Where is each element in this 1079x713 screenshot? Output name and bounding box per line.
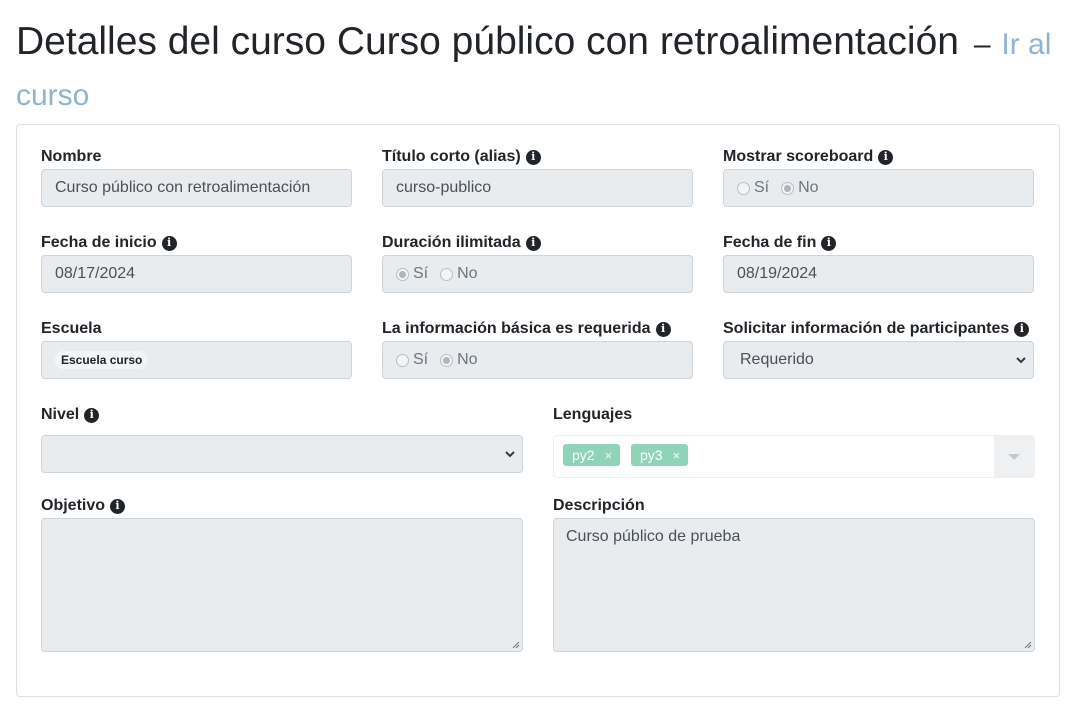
resize-grip-icon[interactable] bbox=[511, 640, 520, 649]
scoreboard-label-text: Mostrar scoreboard bbox=[723, 148, 874, 165]
language-tag: py2 × bbox=[563, 444, 621, 466]
end-date-label-text: Fecha de fin bbox=[723, 234, 817, 251]
basic-info-label-text: La información básica es requerida bbox=[382, 320, 651, 337]
level-label: Nivel i bbox=[41, 406, 100, 424]
language-tag-label: py2 bbox=[572, 447, 595, 463]
description-label: Descripción bbox=[553, 497, 645, 515]
description-value: Curso público de prueba bbox=[566, 528, 741, 545]
languages-dropdown-toggle[interactable] bbox=[994, 436, 1034, 477]
alias-field[interactable]: curso-publico bbox=[382, 169, 693, 207]
info-circle-icon[interactable]: i bbox=[655, 321, 671, 337]
languages-multiselect[interactable]: py2 × py3 × bbox=[553, 435, 1035, 478]
info-circle-icon[interactable]: i bbox=[878, 149, 894, 165]
radio-label: No bbox=[457, 265, 478, 282]
basic-info-radio-group: Sí No bbox=[382, 341, 693, 379]
info-circle-icon[interactable]: i bbox=[161, 235, 177, 251]
description-label-text: Descripción bbox=[553, 497, 645, 514]
info-circle-icon[interactable]: i bbox=[1014, 321, 1030, 337]
end-date-field[interactable]: 08/19/2024 bbox=[723, 255, 1034, 293]
alias-label-text: Título corto (alias) bbox=[382, 148, 521, 165]
radio-label: No bbox=[798, 179, 819, 196]
radio-icon[interactable] bbox=[396, 353, 409, 367]
unlimited-radio-group: Sí No bbox=[382, 255, 693, 293]
school-chip: Escuela curso bbox=[55, 351, 149, 369]
scoreboard-yes-option[interactable]: Sí bbox=[737, 179, 769, 197]
school-field[interactable]: Escuela curso bbox=[41, 341, 352, 379]
radio-icon[interactable] bbox=[737, 181, 750, 195]
basic-info-yes-option[interactable]: Sí bbox=[396, 351, 428, 369]
start-date-field[interactable]: 08/17/2024 bbox=[41, 255, 352, 293]
title-separator: – bbox=[973, 28, 991, 61]
languages-label-text: Lenguajes bbox=[553, 406, 633, 423]
info-circle-icon[interactable]: i bbox=[525, 149, 541, 165]
unlimited-label: Duración ilimitada i bbox=[382, 234, 541, 252]
scoreboard-label: Mostrar scoreboard i bbox=[723, 148, 894, 166]
unlimited-no-option[interactable]: No bbox=[440, 265, 478, 283]
radio-label: Sí bbox=[413, 351, 429, 368]
level-select[interactable] bbox=[41, 435, 523, 473]
radio-selected-icon[interactable] bbox=[781, 181, 795, 195]
info-circle-icon[interactable]: i bbox=[84, 407, 100, 423]
name-label-text: Nombre bbox=[41, 148, 102, 165]
school-label: Escuela bbox=[41, 320, 101, 338]
objective-label: Objetivo i bbox=[41, 497, 126, 515]
end-date-label: Fecha de fin i bbox=[723, 234, 837, 252]
chevron-down-icon bbox=[1016, 357, 1026, 364]
participant-info-select[interactable]: Requerido bbox=[723, 341, 1034, 379]
participant-info-label: Solicitar información de participantes i bbox=[723, 320, 1030, 338]
caret-down-icon bbox=[1008, 453, 1020, 460]
description-textarea[interactable]: Curso público de prueba bbox=[553, 518, 1035, 652]
scoreboard-radio-group: Sí No bbox=[723, 169, 1034, 207]
languages-label: Lenguajes bbox=[553, 406, 632, 424]
level-label-text: Nivel bbox=[41, 406, 80, 423]
radio-icon[interactable] bbox=[440, 267, 454, 281]
unlimited-label-text: Duración ilimitada bbox=[382, 234, 521, 251]
resize-grip-icon[interactable] bbox=[1023, 640, 1032, 649]
page-title: Detalles del curso Curso público con ret… bbox=[16, 18, 1056, 120]
language-tag-label: py3 bbox=[640, 447, 663, 463]
close-icon[interactable]: × bbox=[673, 448, 681, 463]
objective-textarea[interactable] bbox=[41, 518, 523, 652]
alias-label: Título corto (alias) i bbox=[382, 148, 541, 166]
start-date-label: Fecha de inicio i bbox=[41, 234, 177, 252]
info-circle-icon[interactable]: i bbox=[821, 235, 837, 251]
info-circle-icon[interactable]: i bbox=[525, 235, 541, 251]
name-label: Nombre bbox=[41, 148, 101, 166]
name-field[interactable]: Curso público con retroalimentación bbox=[41, 169, 352, 207]
objective-label-text: Objetivo bbox=[41, 497, 106, 514]
basic-info-no-option[interactable]: No bbox=[440, 351, 478, 369]
unlimited-yes-option[interactable]: Sí bbox=[396, 265, 428, 283]
school-label-text: Escuela bbox=[41, 320, 102, 337]
page-title-text: Detalles del curso Curso público con ret… bbox=[16, 20, 959, 63]
radio-label: Sí bbox=[413, 265, 429, 282]
start-date-label-text: Fecha de inicio bbox=[41, 234, 157, 251]
info-circle-icon[interactable]: i bbox=[110, 498, 126, 514]
participant-info-label-text: Solicitar información de participantes bbox=[723, 320, 1010, 337]
radio-label: Sí bbox=[754, 179, 770, 196]
basic-info-label: La información básica es requerida i bbox=[382, 320, 671, 338]
radio-label: No bbox=[457, 351, 478, 368]
radio-selected-icon[interactable] bbox=[396, 267, 409, 281]
radio-selected-icon[interactable] bbox=[440, 353, 454, 367]
scoreboard-no-option[interactable]: No bbox=[781, 179, 819, 197]
close-icon[interactable]: × bbox=[605, 448, 613, 463]
participant-info-value: Requerido bbox=[740, 351, 814, 368]
language-tag: py3 × bbox=[631, 444, 689, 466]
chevron-down-icon bbox=[505, 451, 515, 458]
